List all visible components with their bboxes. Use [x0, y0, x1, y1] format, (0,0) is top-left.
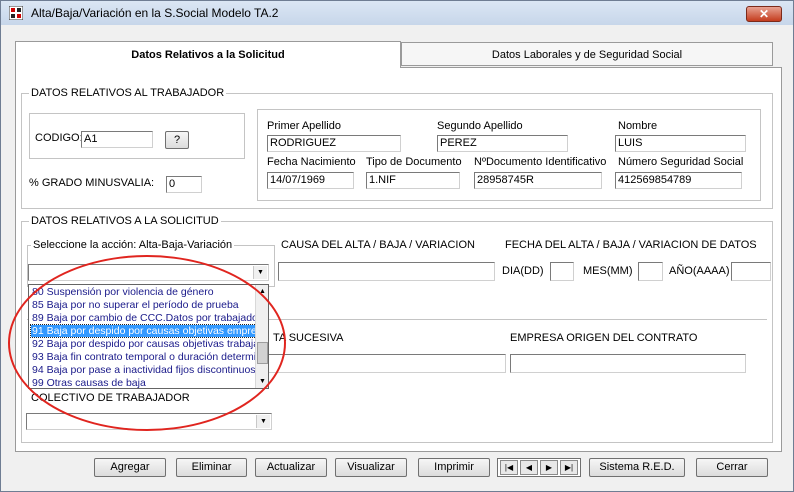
record-navigator: |◀ ◀ ▶ ▶|: [497, 458, 581, 477]
nombre-label: Nombre: [618, 120, 658, 132]
nss-label: Número Seguridad Social: [618, 156, 744, 168]
codigo-input[interactable]: A1: [81, 131, 153, 148]
scroll-up-icon[interactable]: ▲: [256, 285, 268, 298]
accion-legend: Seleccione la acción: Alta-Baja-Variació…: [31, 239, 235, 251]
first-record-icon[interactable]: |◀: [500, 460, 518, 475]
tipo-documento-input[interactable]: 1.NIF: [366, 172, 460, 189]
app-icon: [9, 6, 23, 20]
window-title: Alta/Baja/Variación en la S.Social Model…: [31, 6, 279, 20]
codigo-help-button[interactable]: ?: [165, 131, 189, 149]
tipo-documento-label: Tipo de Documento: [366, 156, 462, 168]
next-record-icon[interactable]: ▶: [540, 460, 558, 475]
mes-input[interactable]: [638, 262, 663, 281]
scroll-down-icon[interactable]: ▼: [256, 375, 268, 388]
agregar-button[interactable]: Agregar: [94, 458, 166, 477]
anio-label: AÑO(AAAA): [669, 265, 730, 277]
list-item-selected[interactable]: 91 Baja por despido por causas objetivas…: [30, 324, 257, 338]
num-documento-input[interactable]: 28958745R: [474, 172, 602, 189]
codigo-label: CODIGO:: [35, 132, 83, 144]
colectivo-select[interactable]: ▼: [26, 413, 272, 430]
primer-apellido-input[interactable]: RODRIGUEZ: [267, 135, 401, 152]
app-window: Alta/Baja/Variación en la S.Social Model…: [0, 0, 794, 492]
cerrar-button[interactable]: Cerrar: [696, 458, 768, 477]
solicitud-legend: DATOS RELATIVOS A LA SOLICITUD: [29, 215, 221, 227]
causa-input[interactable]: [278, 262, 495, 281]
segundo-apellido-input[interactable]: PEREZ: [437, 135, 568, 152]
fecha-label: FECHA DEL ALTA / BAJA / VARIACION DE DAT…: [505, 239, 757, 251]
prev-record-icon[interactable]: ◀: [520, 460, 538, 475]
title-bar: Alta/Baja/Variación en la S.Social Model…: [1, 1, 793, 25]
scroll-thumb[interactable]: [257, 342, 268, 364]
trabajador-legend: DATOS RELATIVOS AL TRABAJADOR: [29, 87, 227, 99]
chevron-down-icon[interactable]: ▼: [256, 415, 270, 428]
visualizar-button[interactable]: Visualizar: [335, 458, 407, 477]
anio-input[interactable]: [731, 262, 771, 281]
sucesiva-label: TA SUCESIVA: [273, 332, 344, 344]
minusvalia-label: % GRADO MINUSVALIA:: [29, 177, 155, 189]
dia-label: DIA(DD): [502, 265, 544, 277]
last-record-icon[interactable]: ▶|: [560, 460, 578, 475]
list-item[interactable]: 99 Otras causas de baja: [31, 377, 256, 388]
list-item[interactable]: 89 Baja por cambio de CCC.Datos por trab…: [31, 312, 256, 324]
dropdown-scrollbar[interactable]: ▲ ▼: [255, 285, 268, 388]
num-documento-label: NºDocumento Identificativo: [474, 156, 607, 168]
imprimir-button[interactable]: Imprimir: [418, 458, 490, 477]
list-item[interactable]: 94 Baja por pase a inactividad fijos dis…: [31, 364, 256, 376]
tab-datos-laborales[interactable]: Datos Laborales y de Seguridad Social: [401, 42, 773, 66]
accion-dropdown-list[interactable]: 80 Suspensión por violencia de género 85…: [28, 284, 269, 389]
causa-label: CAUSA DEL ALTA / BAJA / VARIACION: [281, 239, 475, 251]
list-item[interactable]: 80 Suspensión por violencia de género: [31, 286, 256, 298]
tab-datos-solicitud[interactable]: Datos Relativos a la Solicitud: [15, 41, 401, 68]
eliminar-button[interactable]: Eliminar: [176, 458, 247, 477]
primer-apellido-label: Primer Apellido: [267, 120, 341, 132]
nombre-input[interactable]: LUIS: [615, 135, 746, 152]
sistema-red-button[interactable]: Sistema R.E.D.: [589, 458, 685, 477]
segundo-apellido-label: Segundo Apellido: [437, 120, 523, 132]
list-item[interactable]: 92 Baja por despido por causas objetivas…: [31, 338, 256, 350]
colectivo-label: COLECTIVO DE TRABAJADOR: [31, 392, 190, 404]
nss-input[interactable]: 412569854789: [615, 172, 742, 189]
mes-label: MES(MM): [583, 265, 633, 277]
empresa-origen-input[interactable]: [510, 354, 746, 373]
actualizar-button[interactable]: Actualizar: [255, 458, 327, 477]
sucesiva-input[interactable]: [267, 354, 506, 373]
accion-select[interactable]: ▼: [28, 264, 269, 281]
fecha-nacimiento-label: Fecha Nacimiento: [267, 156, 356, 168]
list-item[interactable]: 93 Baja fin contrato temporal o duración…: [31, 351, 256, 363]
list-item[interactable]: 85 Baja por no superar el período de pru…: [31, 299, 256, 311]
chevron-down-icon[interactable]: ▼: [253, 266, 267, 279]
minusvalia-input[interactable]: 0: [166, 176, 202, 193]
close-button[interactable]: ✕: [746, 6, 782, 22]
dia-input[interactable]: [550, 262, 574, 281]
fecha-nacimiento-input[interactable]: 14/07/1969: [267, 172, 354, 189]
empresa-origen-label: EMPRESA ORIGEN DEL CONTRATO: [510, 332, 698, 344]
